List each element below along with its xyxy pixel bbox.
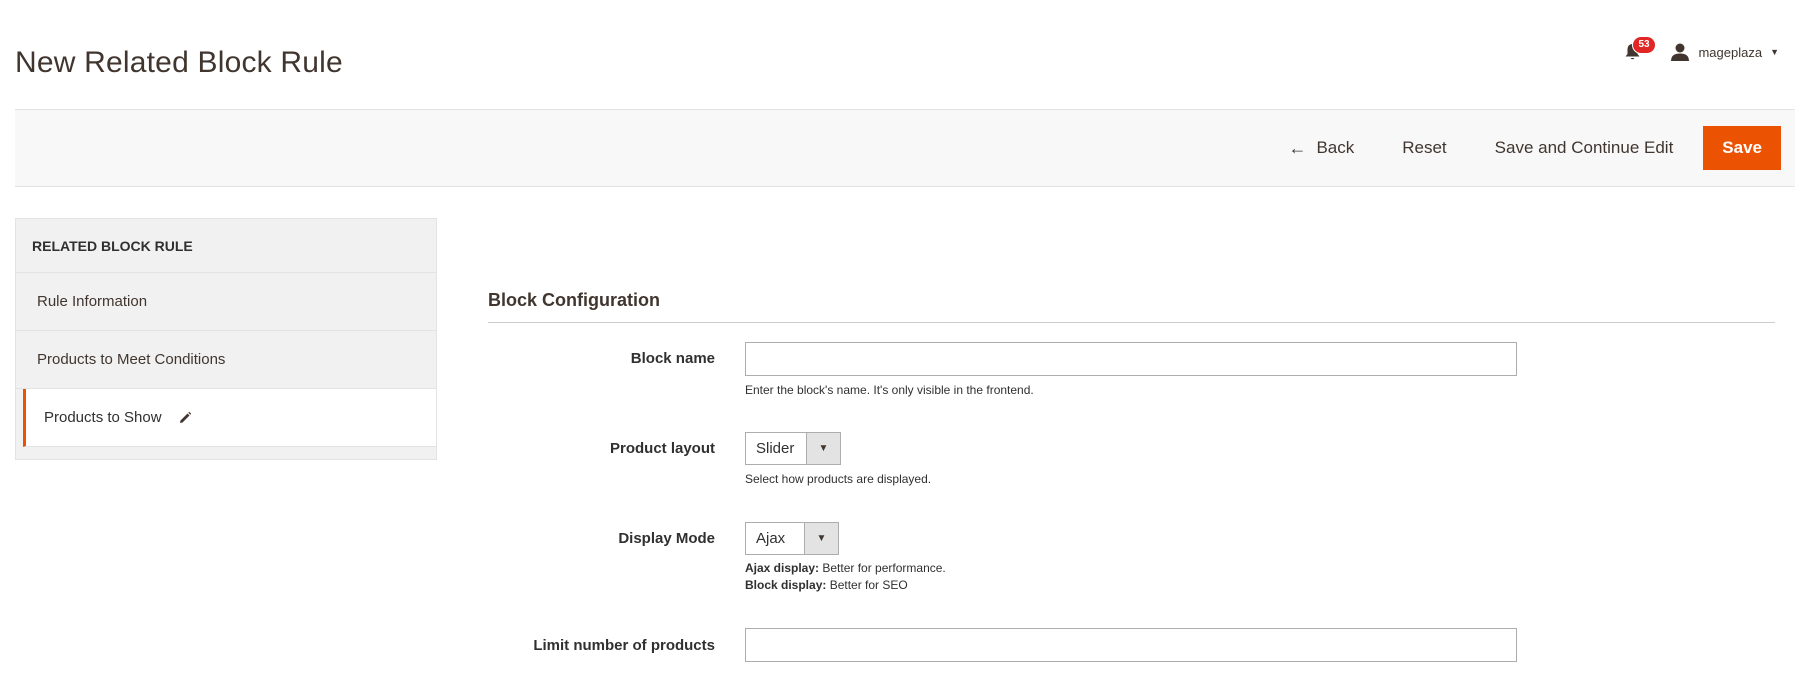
back-button[interactable]: ← Back: [1264, 126, 1378, 170]
section-divider: [488, 322, 1775, 323]
back-button-label: Back: [1316, 138, 1355, 157]
chevron-down-icon: ▼: [1770, 47, 1779, 57]
header-actions: 53 mageplaza ▼: [1618, 36, 1779, 66]
block-name-input[interactable]: [745, 342, 1517, 376]
display-mode-note: Ajax display: Better for performance. Bl…: [745, 560, 946, 594]
save-button[interactable]: Save: [1703, 126, 1781, 170]
pencil-icon: [179, 411, 191, 423]
dropdown-arrow-icon: ▼: [804, 523, 838, 554]
block-display-note-text: Better for SEO: [826, 578, 908, 592]
user-account-menu[interactable]: mageplaza ▼: [1670, 42, 1779, 62]
dropdown-arrow-icon: ▼: [806, 433, 840, 464]
username: mageplaza: [1698, 44, 1763, 60]
product-layout-note: Select how products are displayed.: [745, 472, 932, 486]
display-mode-select[interactable]: Ajax ▼: [745, 522, 839, 555]
sidebar-item-label: Rule Information: [37, 293, 148, 310]
display-mode-label: Display Mode: [618, 530, 715, 547]
page-actions-toolbar: ← Back Reset Save and Continue Edit Save: [15, 109, 1795, 187]
sidebar-item-rule-information[interactable]: Rule Information: [16, 273, 436, 331]
product-layout-label: Product layout: [609, 440, 715, 457]
limit-products-input[interactable]: [745, 628, 1517, 662]
notifications-button[interactable]: 53: [1618, 36, 1656, 66]
sidebar-item-products-to-show[interactable]: Products to Show: [23, 389, 436, 447]
limit-products-label: Limit number of products: [533, 637, 715, 654]
sidebar-item-label: Products to Meet Conditions: [37, 351, 226, 368]
product-layout-select[interactable]: Slider ▼: [745, 432, 841, 465]
notification-count-badge: 53: [1632, 36, 1656, 54]
sidebar-item-label: Products to Show: [44, 409, 162, 426]
sidebar-title: RELATED BLOCK RULE: [16, 219, 436, 273]
page-title: New Related Block Rule: [15, 46, 343, 79]
block-name-note: Enter the block's name. It's only visibl…: [745, 383, 1034, 397]
sidebar-item-products-to-meet-conditions[interactable]: Products to Meet Conditions: [16, 331, 436, 389]
reset-button[interactable]: Reset: [1378, 126, 1470, 170]
section-title: Block Configuration: [488, 290, 660, 310]
display-mode-value: Ajax: [756, 530, 786, 547]
ajax-display-note-text: Better for performance.: [819, 561, 946, 575]
block-display-note-label: Block display:: [745, 578, 827, 592]
block-name-label: Block name: [630, 350, 715, 367]
product-layout-value: Slider: [756, 440, 795, 457]
arrow-left-icon: ←: [1288, 137, 1307, 158]
save-and-continue-button[interactable]: Save and Continue Edit: [1471, 126, 1698, 170]
ajax-display-note-label: Ajax display:: [745, 561, 820, 575]
user-icon: [1671, 43, 1690, 61]
sidebar-tabs: RELATED BLOCK RULE Rule Information Prod…: [15, 218, 437, 460]
